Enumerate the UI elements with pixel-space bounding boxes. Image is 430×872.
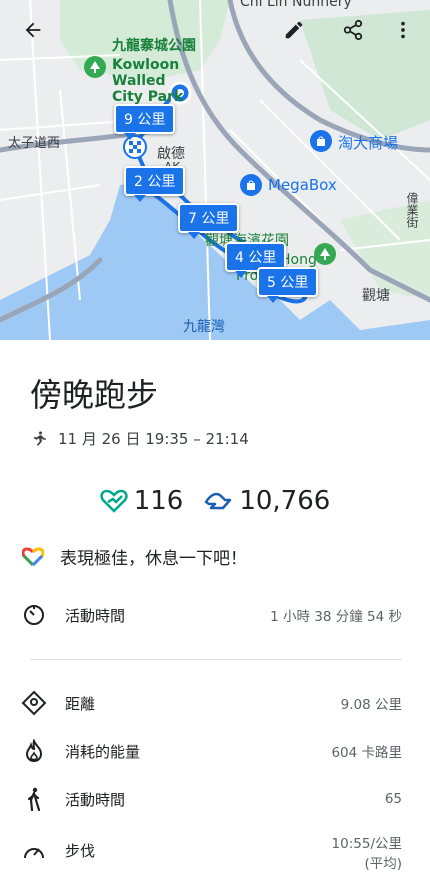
metric-label: 活動時間 <box>65 606 126 625</box>
location-diamond-icon <box>20 689 48 717</box>
stats-row: 116 10,766 <box>0 486 430 516</box>
metric-value: 65 <box>384 791 402 807</box>
shopping-pin-icon-megabox[interactable] <box>240 174 262 196</box>
metric-row-pace: 步伐 10:55/公里 (平均) <box>20 832 402 872</box>
pace-value-block: 10:55/公里 (平均) <box>332 832 402 872</box>
shopping-pin-icon[interactable] <box>310 130 332 152</box>
map-label-road-right: 偉業街 <box>405 192 419 228</box>
km-marker-2[interactable]: 2 公里 <box>124 166 186 202</box>
speedometer-icon <box>20 838 48 866</box>
metric-row-energy: 消耗的能量 604 卡路里 <box>20 737 402 765</box>
walking-person-icon <box>20 785 48 813</box>
share-button[interactable] <box>333 10 373 50</box>
running-icon <box>33 431 46 446</box>
km-marker-5[interactable]: 5 公里 <box>257 267 319 303</box>
km-marker-9[interactable]: 9 公里 <box>114 104 176 140</box>
steps-icon <box>205 492 232 510</box>
map-label-park-en3: City Park <box>112 89 184 105</box>
activity-time-row: 11 月 26 日 19:35 – 21:14 <box>30 428 249 449</box>
activity-title: 傍晚跑步 <box>30 376 159 414</box>
share-icon <box>343 19 363 41</box>
section-divider <box>30 659 402 660</box>
metric-value: 1 小時 38 分鐘 54 秒 <box>270 609 402 625</box>
pencil-icon <box>285 21 303 39</box>
more-button[interactable] <box>383 10 423 50</box>
metric-row-move-minutes: 活動時間 65 <box>20 785 402 813</box>
edit-button[interactable] <box>274 10 314 50</box>
metric-row-distance: 距離 9.08 公里 <box>20 689 402 717</box>
map-label-taitai: 淘大商場 <box>338 134 399 152</box>
map-label-park-en1: Kowloon <box>112 57 180 73</box>
map-label-megabox: MegaBox <box>268 176 337 194</box>
motivation-text: 表現極佳，休息一下吧！ <box>60 549 247 569</box>
flame-icon <box>20 737 48 765</box>
metric-label: 距離 <box>65 694 96 713</box>
heart-points-icon <box>100 489 128 513</box>
map-label-park-zh: 九龍寨城公園 <box>112 38 196 54</box>
map-label-tai-tsz: 太子道西 <box>8 136 61 151</box>
metric-value-note: (平均) <box>364 856 402 872</box>
timer-icon <box>20 601 48 629</box>
motivation-message: 表現極佳，休息一下吧！ <box>22 544 247 569</box>
google-fit-heart-icon <box>22 546 44 566</box>
more-vert-icon <box>401 21 405 39</box>
metric-value: 10:55/公里 <box>331 836 402 852</box>
metric-label: 步伐 <box>65 842 96 860</box>
steps-stat: 10,766 <box>203 486 330 516</box>
steps-value: 10,766 <box>239 486 331 516</box>
metric-row-active-time: 活動時間 1 小時 38 分鐘 54 秒 <box>20 601 402 629</box>
map-label-chi-lin: Chi Lin Nunnery <box>240 0 352 10</box>
metric-value: 9.08 公里 <box>340 697 402 713</box>
map-label-kowloon-bay: 九龍灣 <box>183 319 225 335</box>
metric-label: 消耗的能量 <box>65 742 141 761</box>
map-label-park-en2: Walled <box>112 73 166 89</box>
arrow-back-icon <box>25 22 41 38</box>
route-map[interactable]: Chi Lin Nunnery 九龍寨城公園 Kowloon Walled Ci… <box>0 0 430 340</box>
map-label-kwun-tong: 觀塘 <box>362 288 390 304</box>
km-marker-7[interactable]: 7 公里 <box>178 203 240 239</box>
park-pin-icon[interactable] <box>84 56 106 78</box>
activity-time-range: 11 月 26 日 19:35 – 21:14 <box>58 430 249 448</box>
heart-points-stat: 116 <box>100 486 184 516</box>
back-button[interactable] <box>13 10 53 50</box>
metric-label: 活動時間 <box>65 790 126 809</box>
heart-points-value: 116 <box>133 486 184 516</box>
metric-value: 604 卡路里 <box>331 745 402 761</box>
park-pin-icon-2[interactable] <box>314 243 336 265</box>
